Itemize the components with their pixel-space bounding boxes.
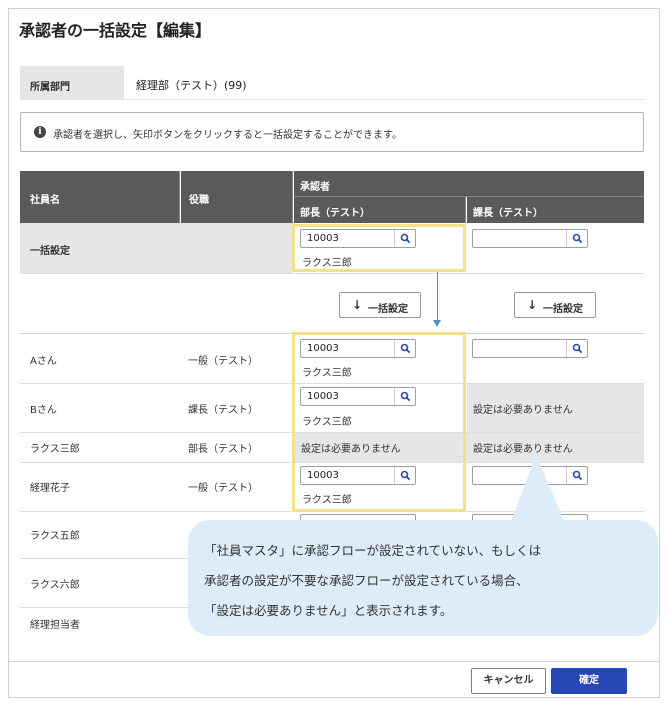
header-approver-1: 部長（テスト） <box>294 197 466 223</box>
header-approver-1-label: 部長（テスト） <box>300 208 370 219</box>
arrow-down-icon: ↓ <box>527 298 538 312</box>
row-a-approver-2-input[interactable] <box>472 339 588 358</box>
dept-row: 所属部門 経理部（テスト）(99) <box>20 66 644 100</box>
divider <box>20 273 644 274</box>
row-c-approver-2-status: 設定は必要ありません <box>473 444 573 455</box>
cancel-button[interactable]: キャンセル <box>471 668 546 694</box>
header-employee-label: 社員名 <box>30 195 60 206</box>
bulk-set-button-2[interactable]: ↓ 一括設定 <box>514 292 596 318</box>
dept-value: 経理部（テスト）(99) <box>136 79 247 92</box>
footer-divider <box>8 661 660 662</box>
callout-tail <box>510 455 566 525</box>
header-approver-2-label: 課長（テスト） <box>473 208 543 219</box>
search-icon[interactable] <box>566 230 587 247</box>
row-d-name: 経理花子 <box>30 483 70 494</box>
header-employee: 社員名 <box>20 171 180 223</box>
dialog-title: 承認者の一括設定【編集】 <box>19 21 212 40</box>
row-c-name: ラクス三郎 <box>30 444 80 455</box>
row-b-approver-2-status: 設定は必要ありません <box>473 405 573 416</box>
info-box: i 承認者を選択し、矢印ボタンをクリックすると一括設定することができます。 <box>20 112 644 152</box>
highlight-rows <box>292 332 466 512</box>
row-a-name: Aさん <box>30 356 57 367</box>
info-icon: i <box>34 126 46 138</box>
info-text: 承認者を選択し、矢印ボタンをクリックすると一括設定することができます。 <box>53 130 402 141</box>
callout-line-2: 承認者の設定が不要な承認フローが設定されている場合、 <box>204 573 529 588</box>
connector-line <box>437 272 438 324</box>
row-f-name: ラクス六郎 <box>30 580 80 591</box>
row-b-position: 課長（テスト） <box>188 405 258 416</box>
confirm-button[interactable]: 確定 <box>551 668 627 694</box>
row-e-name: ラクス五郎 <box>30 531 80 542</box>
header-position-label: 役職 <box>189 195 209 206</box>
bulk-set-button-1[interactable]: ↓ 一括設定 <box>339 292 421 318</box>
callout-line-1: 「社員マスタ」に承認フローが設定されていない、もしくは <box>204 543 542 558</box>
search-icon[interactable] <box>566 340 587 357</box>
arrow-down-icon: ↓ <box>352 298 363 312</box>
dept-label: 所属部門 <box>20 66 124 99</box>
row-c-position: 部長（テスト） <box>188 444 258 455</box>
row-b-name: Bさん <box>30 405 57 416</box>
header-approver-label: 承認者 <box>300 182 330 193</box>
highlight-bulk <box>292 224 466 272</box>
callout-line-3: 「設定は必要ありません」と表示されます。 <box>204 603 453 618</box>
header-approver: 承認者 <box>294 171 644 197</box>
header-position: 役職 <box>181 171 293 223</box>
row-g-name: 経理担当者 <box>30 620 80 631</box>
row-d-position: 一般（テスト） <box>188 483 258 494</box>
bulk-approver-2-input[interactable] <box>472 229 588 248</box>
row-a-position: 一般（テスト） <box>188 356 258 367</box>
connector-arrow-icon <box>433 320 441 327</box>
search-icon[interactable] <box>566 467 587 484</box>
bulk-row-label: 一括設定 <box>30 246 70 257</box>
header-approver-2: 課長（テスト） <box>467 197 644 223</box>
